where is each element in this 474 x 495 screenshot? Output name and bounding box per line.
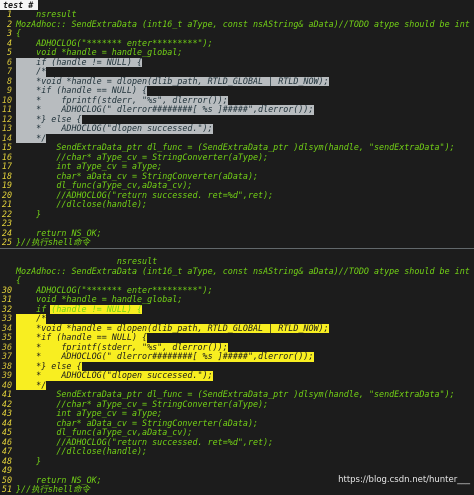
line-code: } (16, 455, 42, 466)
code-line[interactable]: 22 } (0, 208, 474, 220)
code-line[interactable]: MozAdhoc:: SendExtraData (int16_t aType,… (0, 265, 474, 277)
code-line[interactable]: 51 }//执行shell命令 (0, 484, 474, 495)
line-code: }//执行shell命令 (16, 237, 90, 247)
code-line[interactable]: 13 * ADHOCLOG("dlopen successed."); (0, 123, 474, 134)
code-line[interactable]: 6 if (handle != NULL) { (0, 57, 474, 67)
code-line[interactable]: 21 //dlclose(handle); (0, 199, 474, 210)
line-code: }//执行shell命令 (16, 484, 90, 494)
code-line[interactable]: 48 } (0, 455, 474, 467)
line-code: } (16, 208, 42, 219)
code-line[interactable]: 2 MozAdhoc:: SendExtraData (int16_t aType… (0, 18, 474, 30)
line-code: MozAdhoc:: SendExtraData (int16_t aType,… (16, 18, 470, 29)
line-number: 25 (1, 237, 12, 247)
code-line[interactable]: 47 //dlclose(handle); (0, 446, 474, 457)
line-number: 51 (1, 484, 12, 494)
line-code: MozAdhoc:: SendExtraData (int16_t aType,… (16, 265, 470, 276)
watermark: https://blog.csdn.net/hunter___ (338, 475, 470, 485)
code-line[interactable]: 32 if (handle != NULL) { (0, 304, 474, 314)
code-editor[interactable]: test # 1 nsresult 2 MozAdhoc:: SendExtraDa… (0, 0, 474, 494)
code-line[interactable]: 39 * ADHOCLOG("dlopen successed."); (0, 370, 474, 381)
